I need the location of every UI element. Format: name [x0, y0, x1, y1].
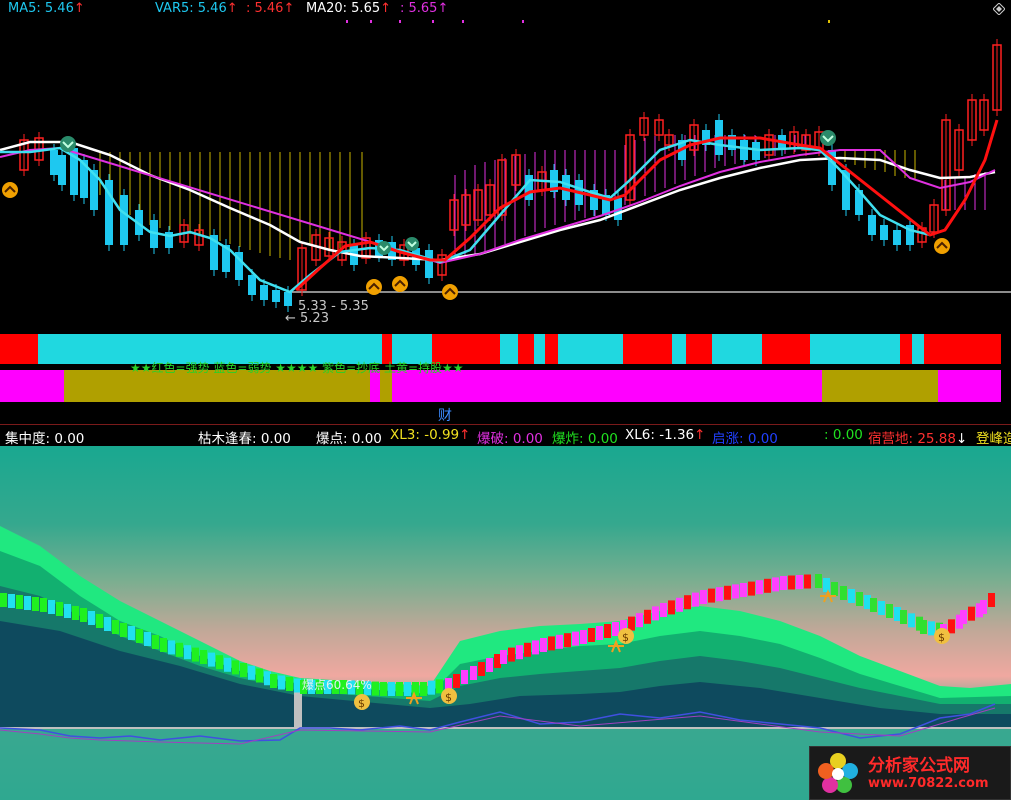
- legend-ma5: MA5: 5.46↑: [8, 1, 85, 16]
- bottom-legend: 集中度: 0.00 枯木逢春: 0.00 爆点: 0.00 XL3: -0.99…: [0, 424, 1011, 447]
- buy-signal-icons: [2, 182, 950, 300]
- legend-baozha: 爆炸: 0.00: [552, 431, 618, 447]
- legend-ma20-extra: : 5.65↑: [400, 1, 449, 16]
- legend-var5: VAR5: 5.46↑: [155, 1, 238, 16]
- legend-ma20: MA20: 5.65↑: [306, 1, 392, 16]
- svg-text:$: $: [358, 697, 365, 710]
- trend-strip-red-cyan: [0, 334, 1001, 364]
- legend-var5-extra: : 5.46↑: [246, 1, 295, 16]
- svg-text:$: $: [622, 631, 629, 644]
- legend-blank: : 0.00: [824, 427, 863, 443]
- watermark-url: www.70822.com: [868, 775, 989, 791]
- legend-kumu: 枯木逢春: 0.00: [198, 431, 291, 447]
- trend-signal-strips: ★★红色=强势 蓝色=弱势 ★★★★ 紫色=抄底 土黄=持股★★: [0, 334, 1001, 402]
- candlestick-chart[interactable]: 5.33 - 5.35 ← 5.23: [0, 20, 1011, 328]
- legend-baopo: 爆破: 0.00: [477, 431, 543, 447]
- top-dot-markers: [346, 20, 830, 23]
- legend-jizhongdu: 集中度: 0.00: [5, 431, 85, 447]
- watermark-logo: 分析家公式网 www.70822.com: [809, 746, 1011, 800]
- legend-dengfeng: 登峰造: [976, 431, 1011, 447]
- pct-label: 爆点60.64%: [302, 678, 372, 692]
- svg-text:$: $: [445, 691, 452, 704]
- collapse-diamond-icon[interactable]: [993, 3, 1005, 15]
- spike-bar: [294, 692, 302, 728]
- legend-baodian: 爆点: 0.00: [316, 431, 382, 447]
- legend-xl3: XL3: -0.99↑: [390, 427, 471, 443]
- cai-label: 财: [438, 408, 452, 424]
- ma-red-line: [294, 119, 999, 292]
- strip-banner-text: ★★红色=强势 蓝色=弱势 ★★★★ 紫色=抄底 土黄=持股★★: [130, 360, 464, 375]
- legend-xl6: XL6: -1.36↑: [625, 427, 706, 443]
- flower-logo-icon: [818, 753, 858, 793]
- low-label-bottom: ← 5.23: [285, 311, 329, 326]
- svg-text:$: $: [938, 631, 945, 644]
- legend-suyingdi: 宿营地: 25.88↓: [868, 431, 968, 447]
- legend-qizhang: 启涨: 0.00: [712, 431, 778, 447]
- watermark-title: 分析家公式网: [868, 755, 970, 776]
- top-legend: MA5: 5.46↑ VAR5: 5.46↑ : 5.46↑ MA20: 5.6…: [0, 0, 1011, 20]
